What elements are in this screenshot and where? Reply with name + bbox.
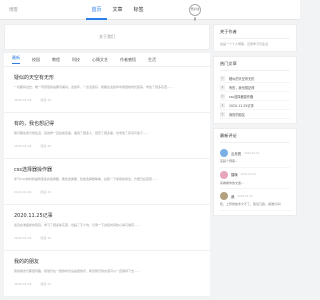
category-tabs: 最新 校园 教程 科技 心情文艺 作者感悟 生活 [4,53,210,67]
hot-article-title[interactable]: 疑似的天空有无形 [229,76,255,81]
post-meta: 2022-04-16 阅读 19 [14,236,201,240]
post-title[interactable]: css选择器操作器 [14,166,201,173]
main-column: 关于我们 最新 校园 教程 科技 心情文艺 作者感悟 生活 疑似的天空有无形 一… [4,24,210,297]
post-views: 阅读 41 [40,190,52,194]
comment-author[interactable]: 云月亮 [231,151,241,156]
comment-time: 2022-04-16 [240,173,256,176]
comment-item[interactable]: 猫咪 2022-04-16 来看看你的文章~ [220,168,290,189]
post-excerpt: 我们都在努力地生活，就这样一直往前走着，遇到了很多人，经历了很多事，也学会了原谅… [14,131,150,135]
post-item[interactable]: 我的的朋友 我的朋友们都很有趣，和他们在一起的时光总是很快乐，希望我们的友谊可以… [4,251,210,297]
login-button[interactable]: 登录/注册 [189,4,201,21]
rank-number: 3 [220,93,225,99]
post-item[interactable]: 有的，我也想記得 我们都在努力地生活，就这样一直往前走着，遇到了很多人，经历了很… [4,113,210,159]
tab-tutorial[interactable]: 教程 [52,57,60,63]
post-meta: 2022-04-16 阅读 26 [14,144,201,148]
tab-tech[interactable]: 科技 [72,57,80,63]
post-item[interactable]: css选择器操作器 学习CSS的时候遇到很多的选择器，属性选择器、伪类选择器等等… [4,159,210,205]
hot-article-item[interactable]: 5 我的的朋友 [220,110,290,119]
tab-literature[interactable]: 心情文艺 [92,57,108,63]
post-excerpt: 最近在准备新的项目，学习了很多新东西，也踩了不少坑，记录一下这段时间的心得与收获… [14,223,141,227]
tab-author[interactable]: 作者感悟 [120,57,136,63]
sidebar: 关于作者 这是一个个人博客，记录学习与生活 热门文章 1 疑似的天空有无形 2 … [213,24,297,220]
top-bar: 博客 首页 文章 标签 登录/注册 [0,0,300,21]
post-item[interactable]: 2020.11.25记事 最近在准备新的项目，学习了很多新东西，也踩了不少坑，记… [4,205,210,251]
comments-card: 最新评论 云月亮 2022-04-16 来踩个博客~ 猫咪 2022-04-16… [213,128,297,216]
post-excerpt: 我的朋友们都很有趣，和他们在一起的时光总是很快乐，希望我们的友谊可以一直保持下去… [14,269,141,273]
post-views: 阅读 19 [40,236,52,240]
avatar[interactable] [220,170,228,179]
rank-number: 2 [220,84,225,90]
tab-campus[interactable]: 校园 [32,57,40,63]
comment-text: 来踩个博客~ [220,159,238,163]
hot-article-item[interactable]: 3 css选择器操作器 [220,92,290,101]
comment-time: 2022-04-16 [244,151,260,155]
rank-number: 1 [220,75,225,81]
nav-articles[interactable]: 文章 [107,0,128,20]
nav-home[interactable]: 首页 [86,0,107,20]
post-meta: 2022-04-16 阅读 34 [14,98,201,102]
post-title[interactable]: 疑似的天空有无形 [14,74,201,81]
rank-number: 5 [220,111,225,117]
comment-author[interactable]: 我 [231,194,234,199]
post-date: 2022-04-16 [14,236,32,240]
about-card: 关于作者 这是一个个人博客，记录学习与生活 [213,24,297,52]
post-item[interactable]: 疑似的天空有无形 一切都将远去，唯一有意思的是那份美好。这些年，一点点变好，我都… [4,67,210,113]
comment-header: 猫咪 2022-04-16 [220,170,290,179]
comment-text: 来看看你的文章~ [220,180,244,185]
tab-latest[interactable]: 最新 [12,55,20,64]
hot-article-item[interactable]: 1 疑似的天空有无形 [220,74,290,83]
comment-item[interactable]: 云月亮 2022-04-16 来踩个博客~ [220,146,290,168]
post-title[interactable]: 2020.11.25记事 [14,212,201,219]
hot-articles-card: 热门文章 1 疑似的天空有无形 2 有的，我也想記得 3 css选择器操作器 4… [213,56,297,124]
post-excerpt: 学习CSS的时候遇到很多的选择器，属性选择器、伪类选择器等等，总结一下常用的用法… [14,177,158,181]
post-title[interactable]: 有的，我也想記得 [14,120,201,127]
post-date: 2022-04-16 [14,144,32,148]
site-logo[interactable]: 博客 [9,7,18,13]
comment-time: 2022-04-16 [237,194,253,198]
comment-author[interactable]: 猫咪 [231,172,238,177]
hot-article-item[interactable]: 2 有的，我也想記得 [220,83,290,92]
comment-text: 哇，上传的技术大不了，建议几篇，感谢分享！ [220,202,284,206]
post-title[interactable]: 我的的朋友 [14,258,201,265]
main-nav: 首页 文章 标签 [86,0,149,20]
about-text: 这是一个个人博客，记录学习与生活 [220,42,269,46]
hot-article-title[interactable]: css选择器操作器 [229,94,253,99]
post-date: 2022-04-16 [14,190,32,194]
about-title: 关于作者 [220,29,290,39]
comments-title: 最新评论 [220,133,290,143]
post-excerpt: 一切都将远去，唯一有意思的是那份美好。这些年，一点点变好，我都在这些年中慢慢地成… [14,85,174,89]
nav-tags[interactable]: 标签 [128,0,149,20]
banner-text: 关于我们 [99,34,115,39]
post-date: 2022-04-16 [14,282,32,286]
rank-number: 4 [220,102,225,108]
hot-title: 热门文章 [220,61,290,71]
comment-header: 云月亮 2022-04-16 [220,149,290,157]
banner[interactable]: 关于我们 [4,24,210,50]
post-views: 阅读 22 [40,282,52,286]
avatar[interactable] [220,192,228,200]
post-meta: 2022-04-16 阅读 22 [14,282,201,286]
tab-life[interactable]: 生活 [148,57,156,63]
hot-article-title[interactable]: 2020.11.25记事 [229,103,254,108]
post-date: 2022-04-16 [14,98,32,102]
avatar[interactable] [220,149,228,157]
post-meta: 2022-04-16 阅读 41 [14,190,201,194]
post-list: 疑似的天空有无形 一切都将远去，唯一有意思的是那份美好。这些年，一点点变好，我都… [4,67,210,297]
hot-article-title[interactable]: 有的，我也想記得 [229,85,255,90]
post-views: 阅读 34 [40,98,52,102]
comment-item[interactable]: 我 2022-04-16 哇，上传的技术大不了，建议几篇，感谢分享！ [220,189,290,211]
hot-article-title[interactable]: 我的的朋友 [229,112,245,117]
comment-header: 我 2022-04-16 [220,192,290,200]
hot-article-item[interactable]: 4 2020.11.25记事 [220,101,290,110]
post-views: 阅读 26 [40,144,52,148]
